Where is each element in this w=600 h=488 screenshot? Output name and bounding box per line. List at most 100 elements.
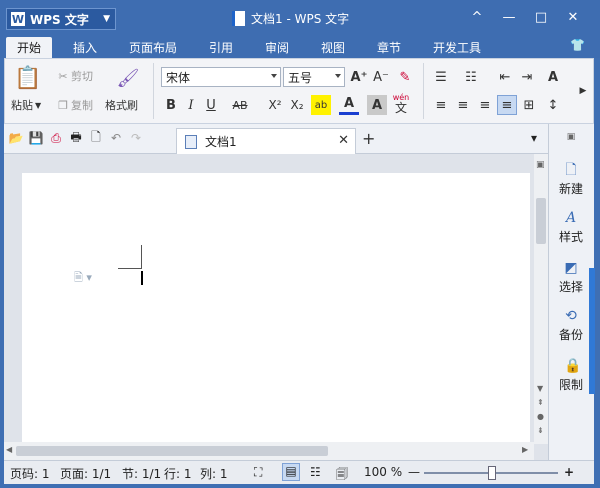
paste-icon[interactable]: 📋 [13,65,43,91]
status-row[interactable]: 行: 1 [164,465,192,482]
redo-icon[interactable]: ↷ [128,130,144,146]
text-cursor [141,271,143,285]
tab-list-icon[interactable]: ▾ [526,130,542,146]
font-color-icon[interactable]: A [339,95,359,115]
print-preview-icon[interactable]: 🗋 [88,130,104,146]
font-size-select[interactable]: 五号 [283,67,345,87]
tab-developer[interactable]: 开发工具 [424,37,490,58]
side-restrict-button[interactable]: 🔒 限制 [549,358,593,393]
superscript-button[interactable]: X² [265,95,285,115]
horizontal-scrollbar[interactable]: ◀ ▶ [4,442,534,460]
cut-button[interactable]: ✂ 剪切 [55,68,93,84]
open-folder-icon[interactable]: 📂 [8,130,24,146]
close-icon: ✕ [567,9,579,25]
status-section[interactable]: 节: 1/1 [122,465,161,482]
close-button[interactable]: ✕ [558,6,588,28]
next-page-icon[interactable]: ⇟ [537,426,544,435]
status-pages[interactable]: 页面: 1/1 [60,465,111,482]
horizontal-scroll-thumb[interactable] [16,446,328,456]
vertical-scrollbar[interactable]: ▣ ▼ ⇞ ● ⇟ [534,154,548,444]
clear-format-icon[interactable]: ✎ [395,67,415,87]
select-browse-icon[interactable]: ● [537,412,544,421]
document-tab[interactable]: 文档1 ✕ [176,128,356,154]
chevron-down-icon: ▼ [103,14,110,24]
paragraph-layout-icon[interactable]: 🗎 ▾ [74,269,92,288]
side-panel: ▣ 🗋 新建 A 样式 ◩ 选择 ⟲ 备份 🔒 限制 [548,124,594,460]
panel-options-icon[interactable]: ▣ [549,132,593,142]
quick-access-toolbar: 📂 💾 ⎙ 🖶 🗋 ↶ ↷ 文档1 ✕ + ▾ [4,124,548,154]
align-center-icon[interactable]: ≡ [453,95,473,115]
save-icon[interactable]: 💾 [28,130,44,146]
grow-font-button[interactable]: A⁺ [349,67,369,87]
format-painter-button[interactable]: 格式刷 [105,97,138,113]
ribbon-scroll-icon[interactable]: ▶ [573,81,593,101]
shrink-font-button[interactable]: A⁻ [371,67,391,87]
line-spacing-icon[interactable]: ↕ [543,95,563,115]
text-direction-icon[interactable]: A [543,67,563,87]
side-style-button[interactable]: A 样式 [549,210,593,245]
side-select-button[interactable]: ◩ 选择 [549,260,593,295]
zoom-slider-thumb[interactable] [488,466,496,480]
distribute-icon[interactable]: ⊞ [519,95,539,115]
tab-review[interactable]: 审阅 [254,37,300,58]
strikethrough-button[interactable]: AB [227,95,253,115]
align-left-icon[interactable]: ≡ [431,95,451,115]
italic-button[interactable]: I [181,95,201,115]
justify-icon[interactable]: ≡ [497,95,517,115]
highlight-icon[interactable]: ab [311,95,331,115]
status-page-number[interactable]: 页码: 1 [10,465,50,482]
status-col[interactable]: 列: 1 [200,465,228,482]
tab-chapter[interactable]: 章节 [366,37,412,58]
cut-label: 剪切 [71,70,93,83]
print-icon[interactable]: 🖶 [68,130,84,146]
minimize-button[interactable]: — [494,6,524,28]
subscript-button[interactable]: X₂ [287,95,307,115]
side-backup-button[interactable]: ⟲ 备份 [549,308,593,343]
close-tab-icon[interactable]: ✕ [338,133,349,148]
page-view-icon[interactable]: ▤ [282,463,300,481]
outline-view-icon[interactable]: ☷ [310,465,321,479]
paste-button[interactable]: 粘贴 ▼ [11,97,41,113]
chevron-down-icon [271,74,277,78]
numbered-list-icon[interactable]: ☷ [461,67,481,87]
skin-shirt-icon[interactable]: 👕 [570,38,585,52]
panel-toggle-strip[interactable] [589,268,595,394]
document-page[interactable]: 🗎 ▾ [22,173,530,460]
undo-icon[interactable]: ↶ [108,130,124,146]
zoom-out-button[interactable]: — [408,465,420,479]
new-tab-button[interactable]: + [362,129,375,148]
web-view-icon[interactable]: 🗐 [336,465,348,486]
document-icon [232,11,245,26]
collapse-ribbon-button[interactable]: ^ [462,6,492,28]
maximize-button[interactable]: □ [526,6,556,28]
tab-home[interactable]: 开始 [6,37,52,58]
zoom-value[interactable]: 100 % [364,465,402,479]
tab-page-layout[interactable]: 页面布局 [118,37,188,58]
bold-button[interactable]: B [161,95,181,115]
scroll-right-icon[interactable]: ▶ [522,445,528,454]
char-shading-icon[interactable]: A [367,95,387,115]
tab-insert[interactable]: 插入 [62,37,108,58]
maximize-icon: □ [534,9,548,25]
prev-page-icon[interactable]: ⇞ [537,398,544,407]
tab-view[interactable]: 视图 [310,37,356,58]
align-right-icon[interactable]: ≡ [475,95,495,115]
ruler-toggle-icon[interactable]: ▣ [536,160,545,170]
tab-references[interactable]: 引用 [198,37,244,58]
scroll-left-icon[interactable]: ◀ [6,445,12,454]
side-new-button[interactable]: 🗋 新建 [549,162,593,197]
font-name-select[interactable]: 宋体 [161,67,281,87]
decrease-indent-icon[interactable]: ⇤ [495,67,515,87]
increase-indent-icon[interactable]: ⇥ [517,67,537,87]
phonetic-guide-button[interactable]: wén 文 [391,91,411,115]
zoom-in-button[interactable]: + [564,465,574,479]
export-pdf-icon[interactable]: ⎙ [48,130,64,146]
format-painter-icon[interactable]: 🖌 [113,65,143,91]
underline-button[interactable]: U [201,95,221,115]
vertical-scroll-thumb[interactable] [536,198,546,244]
full-screen-icon[interactable]: ⛶ [254,465,262,480]
app-menu-button[interactable]: W WPS 文字 ▼ [6,8,116,30]
scroll-down-icon[interactable]: ▼ [537,384,543,393]
bullet-list-icon[interactable]: ☰ [431,67,451,87]
copy-button[interactable]: ❐ 复制 [55,97,93,113]
